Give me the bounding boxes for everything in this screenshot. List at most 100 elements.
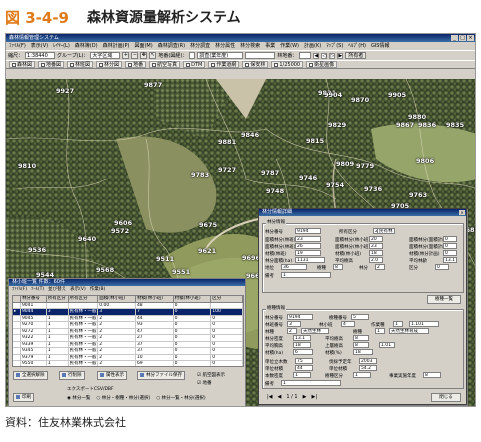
nav-control[interactable]: ▶| [311, 394, 317, 400]
stand-number-label[interactable]: 9846 [241, 131, 259, 139]
layer-toggle[interactable]: 地番 [125, 61, 147, 68]
layer-checkbox[interactable] [186, 62, 191, 67]
nav-control[interactable]: ▶ [303, 394, 307, 400]
layer-checkbox[interactable] [99, 62, 104, 67]
clear-selection-button[interactable]: 全選択解除 [13, 371, 48, 380]
field-value[interactable]: 1 [353, 372, 371, 378]
stand-number-label[interactable]: 9877 [144, 81, 162, 89]
export-radio[interactable]: ○ 林分一覧・林分(選択) [156, 396, 205, 401]
menu-item[interactable]: 事業 [265, 42, 275, 50]
menu-item[interactable]: 図面(M) [134, 42, 152, 50]
stand-number-label[interactable]: 9746 [299, 174, 317, 182]
field-value[interactable]: 3 [287, 321, 301, 327]
aerial-display-check[interactable]: ☑ 航空図表示 [197, 372, 225, 378]
layer-checkbox[interactable] [309, 62, 314, 67]
stand-number-label[interactable]: 9783 [191, 171, 209, 179]
stand-number-label[interactable]: 9779 [356, 162, 374, 170]
field-value[interactable]: 20 [369, 236, 383, 242]
layer-toggle[interactable]: 航空写真 [149, 61, 181, 68]
attribute-menu-item[interactable]: ﾂｰﾙ(T) [31, 286, 44, 293]
layer-checkbox[interactable] [41, 62, 46, 67]
minimize-button[interactable]: _ [451, 35, 458, 41]
attribute-table[interactable]: 林分番号 所有区分 所有区分 面積(林小班) 材積(林小班) 材積(林小班) 区分 9041 0… [12, 295, 244, 367]
stand-number-label[interactable]: 9905 [388, 91, 406, 99]
layer-checkbox[interactable] [245, 62, 250, 67]
stand-number-label[interactable]: 9748 [266, 187, 284, 195]
menu-item[interactable]: 森林調査(R) [158, 42, 185, 50]
field-value[interactable]: 0 [443, 250, 457, 256]
field-value[interactable]: 1.01 [379, 342, 395, 348]
nav-prev-icon[interactable]: ◁ [321, 52, 328, 59]
layer-checkbox[interactable] [12, 62, 16, 67]
layer-toggle[interactable]: 地番図 [38, 61, 65, 68]
stand-number-label[interactable]: 9572 [111, 227, 129, 235]
dialog-close-icon[interactable]: × [459, 210, 465, 215]
field-value[interactable]: 1 [375, 328, 385, 334]
layer-field[interactable] [189, 52, 196, 59]
field-value[interactable]: 6 [293, 349, 313, 355]
field-value[interactable]: 54.2 [359, 365, 377, 371]
field-value[interactable]: 1 [293, 372, 311, 378]
pan-icon[interactable]: ✥ [140, 52, 148, 59]
field-value[interactable]: 0 [443, 236, 457, 242]
menu-item[interactable]: 林分調査 [190, 42, 210, 50]
nav-control[interactable]: |◀ [267, 394, 273, 400]
layer-toggle[interactable]: 林班図 [67, 61, 94, 68]
menu-item[interactable]: ﾚｲﾔｰ(L) [53, 42, 70, 50]
stand-number-label[interactable]: 9568 [96, 266, 114, 274]
stand-number-label[interactable]: 9675 [199, 221, 217, 229]
export-radio[interactable]: ◉ 林分一覧 [67, 396, 90, 401]
layer-toggle[interactable]: 保安林 [242, 61, 269, 68]
nav-first-icon[interactable]: ◀ [313, 52, 320, 59]
stand-number-label[interactable]: 9810 [18, 162, 36, 170]
field-value[interactable]: 36 [281, 264, 307, 270]
survey-field-2[interactable] [245, 52, 276, 59]
zoom-out-icon[interactable]: − [131, 52, 139, 59]
menu-item[interactable]: 森林計画(P) [103, 42, 130, 50]
attribute-menu-item[interactable]: ﾌｧｲﾙ(F) [12, 286, 27, 293]
menu-item[interactable]: 林分検索 [240, 42, 260, 50]
stand-number-label[interactable]: 9880 [408, 113, 426, 121]
field-value[interactable]: 2003 [359, 358, 377, 364]
layer-toggle[interactable]: 1/25000 [271, 61, 304, 68]
field-value[interactable]: 5 [351, 314, 369, 320]
delete-row-button[interactable]: 行削除 [59, 371, 85, 380]
owner-button[interactable]: 所有者 [345, 52, 367, 59]
field-value[interactable]: 1 [393, 321, 403, 327]
close-button[interactable]: × [467, 35, 474, 41]
nav-next-icon[interactable]: ▷ [329, 52, 336, 59]
zoom-in-icon[interactable]: + [122, 52, 130, 59]
field-value[interactable]: 8 [423, 372, 441, 378]
menu-item[interactable]: ﾌｧｲﾙ(F) [9, 42, 26, 50]
field-value[interactable]: 18 [369, 250, 383, 256]
nav-control[interactable]: ◀ [278, 394, 282, 400]
stand-number-label[interactable]: 9787 [261, 169, 279, 177]
layer-checkbox[interactable] [128, 62, 133, 67]
attribute-menu-item[interactable]: 表示(V) [70, 286, 86, 293]
group-select[interactable]: 大字区域 [90, 52, 121, 59]
maximize-button[interactable]: □ [459, 35, 466, 41]
stand-number-label[interactable]: 9829 [328, 121, 346, 129]
attribute-menu-item[interactable]: 作業(B) [90, 286, 106, 293]
field-value[interactable]: 0 [435, 264, 449, 270]
show-attributes-button[interactable]: 属性表示 [97, 371, 127, 380]
layer-checkbox[interactable] [70, 62, 75, 67]
layer-checkbox[interactable] [211, 62, 216, 67]
field-value[interactable]: 天然生林 [301, 328, 329, 334]
field-value[interactable]: 1131 [295, 257, 325, 263]
stand-number-label[interactable]: 9806 [416, 157, 434, 165]
layer-toggle[interactable]: 作業道網 [208, 61, 240, 68]
field-value[interactable]: 1 [281, 380, 341, 386]
save-file-button[interactable]: 林分ファイル保存 [137, 371, 185, 380]
field-value[interactable]: 18 [293, 342, 311, 348]
field-value[interactable]: 8 [353, 335, 369, 341]
field-value[interactable]: 8 [353, 342, 369, 348]
layer-checkbox[interactable] [152, 62, 157, 67]
lot-check[interactable]: ☑ 地番 [197, 380, 211, 386]
select-icon[interactable]: ↖ [149, 52, 157, 59]
stand-number-label[interactable]: 9621 [198, 247, 216, 255]
stand-number-label[interactable]: 9881 [218, 138, 236, 146]
stand-number-label[interactable]: 9606 [114, 219, 132, 227]
layer-toggle[interactable]: 森林図 [9, 61, 36, 68]
field-value[interactable]: 9194 [287, 314, 313, 320]
